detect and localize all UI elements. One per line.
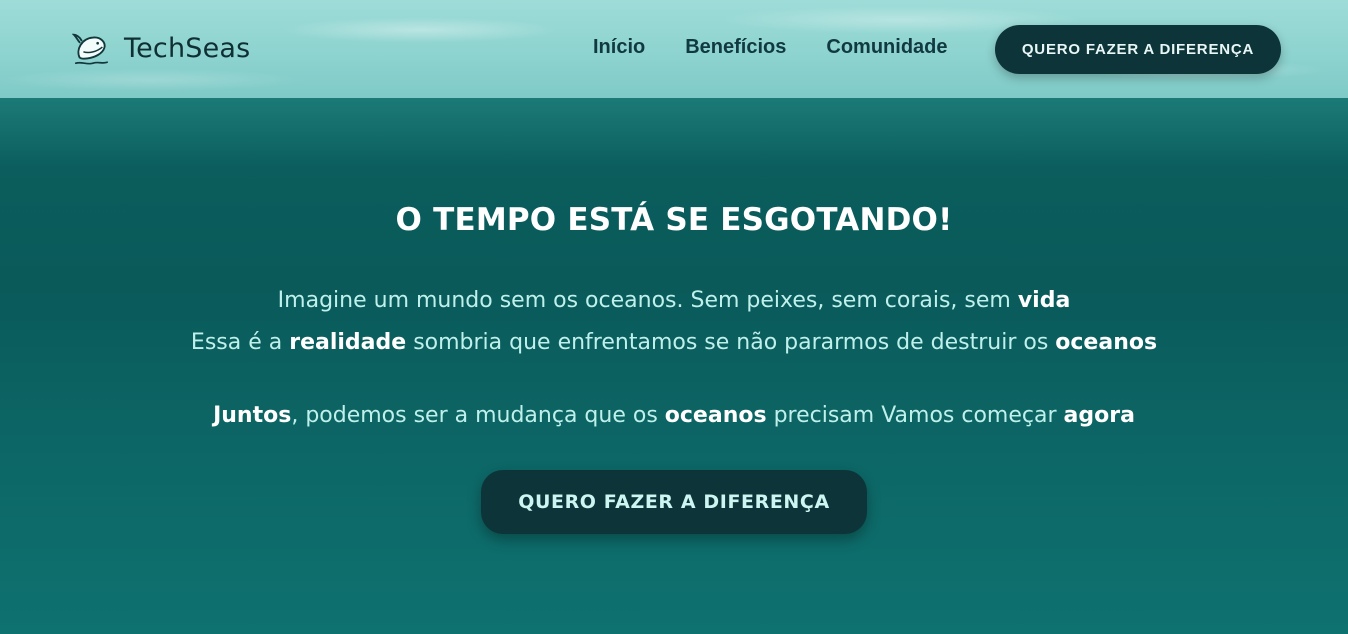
nav-link-beneficios[interactable]: Benefícios [685,36,786,59]
whale-icon [72,33,109,65]
text-segment: Imagine um mundo sem os oceanos. Sem pei… [277,288,1018,313]
site-header: TechSeas Início Benefícios Comunidade QU… [0,0,1348,98]
nav-link-inicio[interactable]: Início [593,36,645,59]
emphasis-text: Juntos [213,403,292,428]
hero-cta-button[interactable]: QUERO FAZER A DIFERENÇA [481,470,867,534]
brand-name: TechSeas [124,32,251,64]
hero-paragraph-2: Essa é a realidade sombria que enfrentam… [0,330,1348,355]
hero-title: O TEMPO ESTÁ SE ESGOTANDO! [395,202,953,238]
emphasis-text: oceanos [664,403,767,428]
header-cta-button[interactable]: QUERO FAZER A DIFERENÇA [995,25,1281,74]
nav-link-comunidade[interactable]: Comunidade [826,36,947,59]
text-segment: Essa é a [190,330,290,355]
emphasis-text: realidade [289,330,407,355]
main-nav: Início Benefícios Comunidade [593,36,948,59]
text-segment: , podemos ser a mudança que os [291,403,665,428]
water-surface [0,98,1348,168]
text-segment: precisam Vamos começar [766,403,1064,428]
emphasis-text: vida [1017,288,1071,313]
hero-paragraph-1: Imagine um mundo sem os oceanos. Sem pei… [0,288,1348,313]
emphasis-text: agora [1063,403,1135,428]
brand-logo[interactable]: TechSeas [72,28,250,68]
emphasis-text: oceanos [1055,330,1158,355]
text-segment: sombria que enfrentamos se não pararmos … [406,330,1056,355]
hero-paragraph-3: Juntos, podemos ser a mudança que os oce… [0,403,1348,428]
